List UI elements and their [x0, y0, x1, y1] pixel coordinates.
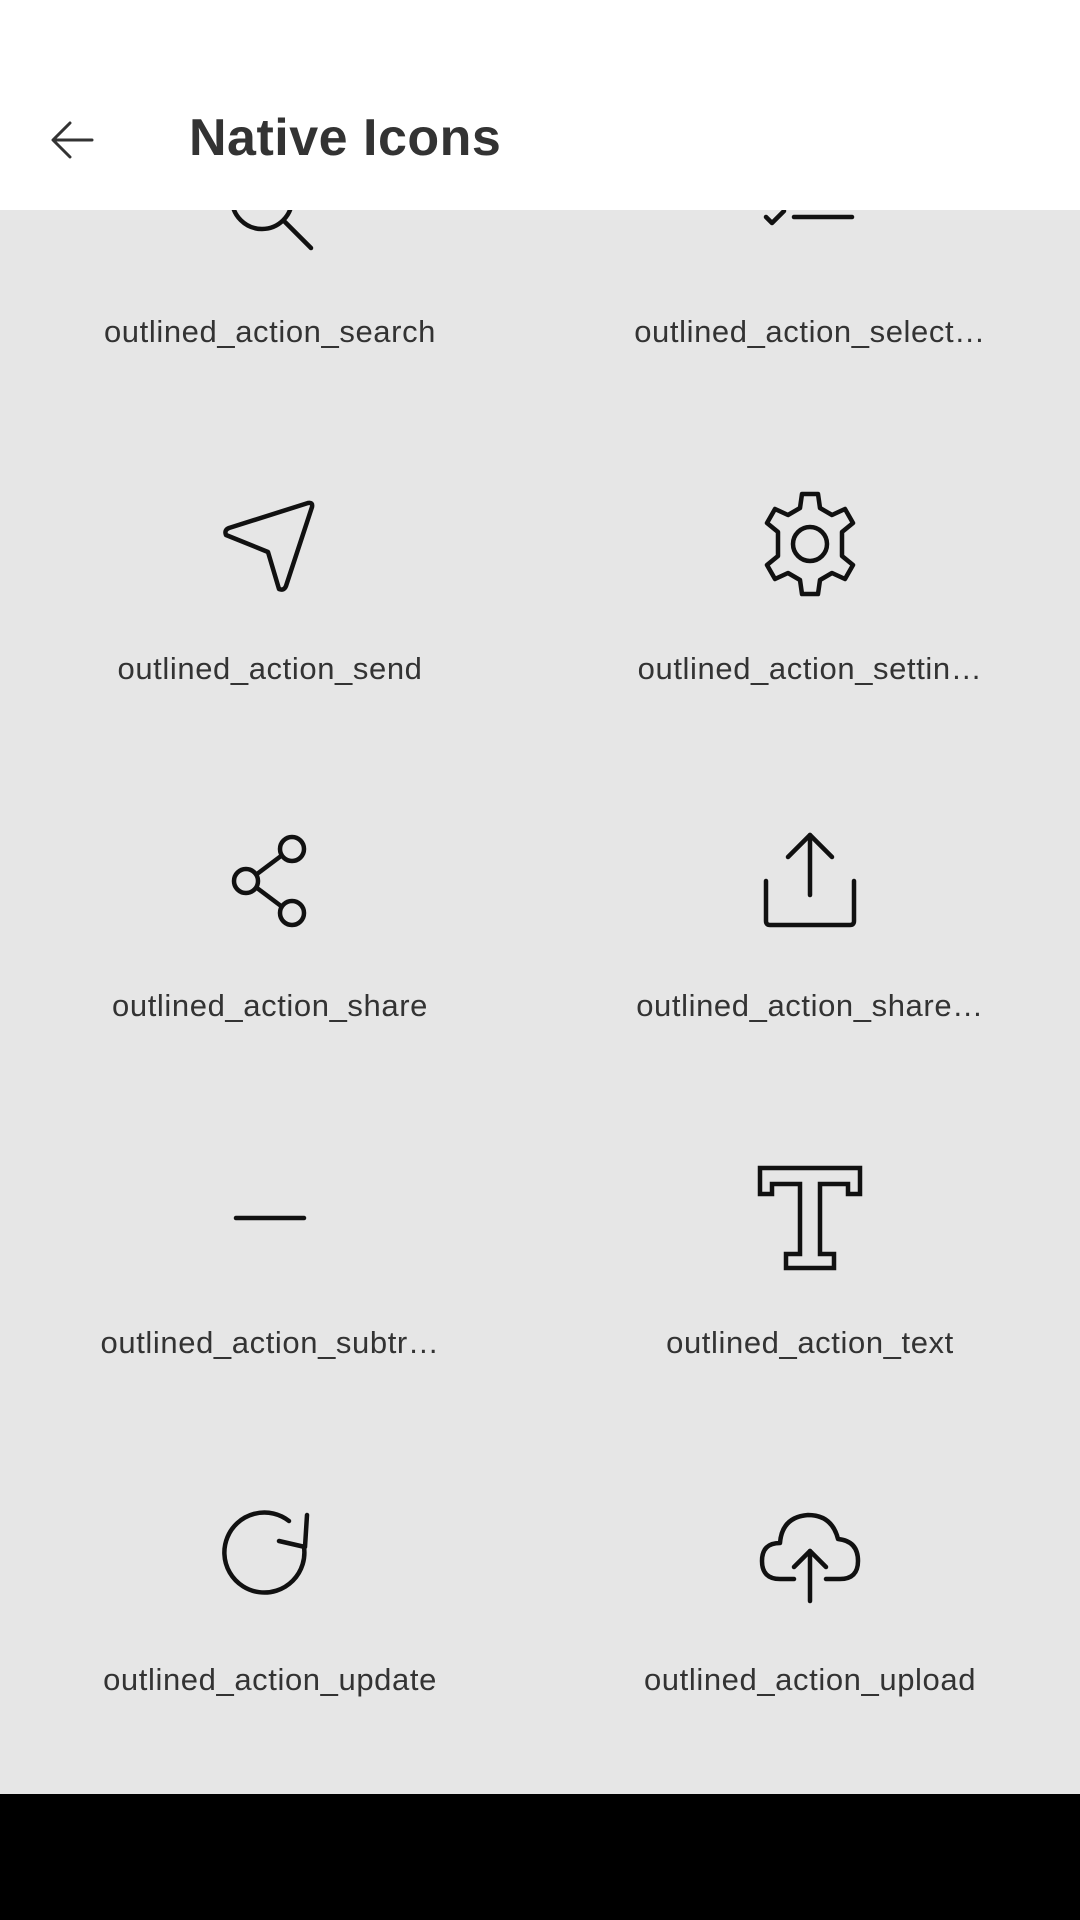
cloud-upload-icon — [756, 1501, 864, 1609]
icon-tile-select[interactable]: outlined_action_select… — [540, 210, 1080, 420]
screen: Native Icons outlined_action_search outl… — [0, 0, 1080, 1920]
send-icon — [216, 490, 324, 598]
icon-tile-subtract[interactable]: outlined_action_subtr… — [0, 1094, 540, 1431]
icon-label: outlined_action_update — [103, 1662, 437, 1697]
icon-grid-scroll[interactable]: outlined_action_search outlined_action_s… — [0, 210, 1080, 1794]
icon-tile-settings[interactable]: outlined_action_settin… — [540, 420, 1080, 757]
refresh-icon — [216, 1501, 324, 1609]
icon-label: outlined_action_subtr… — [100, 1325, 440, 1360]
icon-label: outlined_action_search — [103, 314, 437, 349]
icon-label: outlined_action_send — [117, 651, 423, 686]
icon-tile-upload[interactable]: outlined_action_upload — [540, 1431, 1080, 1768]
icon-label: outlined_action_share… — [636, 988, 984, 1023]
minus-icon — [216, 1164, 324, 1272]
icon-grid: outlined_action_search outlined_action_s… — [0, 210, 1080, 1768]
icon-tile-update[interactable]: outlined_action_update — [0, 1431, 540, 1768]
app-bar: Native Icons — [0, 70, 1080, 210]
text-t-icon — [756, 1164, 864, 1272]
icon-label: outlined_action_text — [666, 1325, 954, 1360]
icon-label: outlined_action_upload — [643, 1662, 977, 1697]
system-navigation-bar — [0, 1794, 1080, 1920]
icon-tile-share-upload[interactable]: outlined_action_share… — [540, 757, 1080, 1094]
page-title: Native Icons — [189, 109, 502, 167]
icon-label: outlined_action_settin… — [637, 651, 983, 686]
icon-label: outlined_action_select… — [634, 314, 986, 349]
status-bar — [0, 0, 1080, 70]
icon-tile-search[interactable]: outlined_action_search — [0, 210, 540, 420]
select-check-icon — [756, 210, 864, 261]
arrow-left-icon — [51, 121, 93, 159]
icon-tile-share[interactable]: outlined_action_share — [0, 757, 540, 1094]
share-upload-icon — [756, 827, 864, 935]
back-button[interactable] — [30, 105, 115, 175]
icon-tile-text[interactable]: outlined_action_text — [540, 1094, 1080, 1431]
icon-label: outlined_action_share — [112, 988, 428, 1023]
share-icon — [216, 827, 324, 935]
search-icon — [216, 210, 324, 261]
icon-tile-send[interactable]: outlined_action_send — [0, 420, 540, 757]
gear-icon — [756, 490, 864, 598]
